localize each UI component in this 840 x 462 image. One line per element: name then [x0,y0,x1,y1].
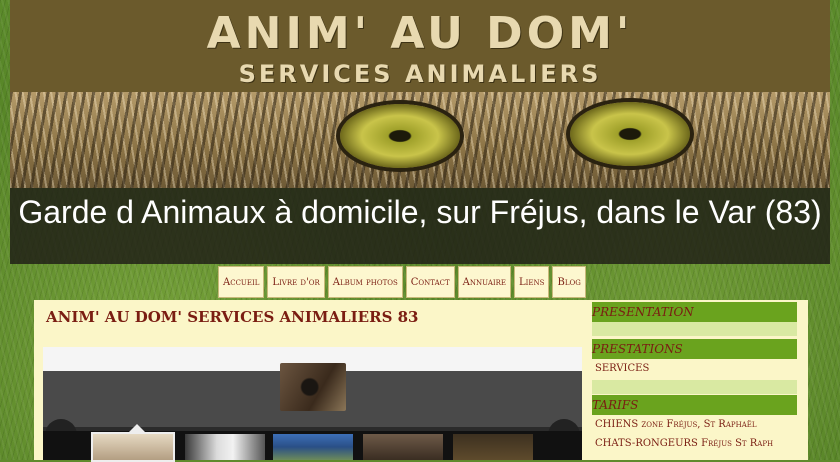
sidebar-heading-tarifs[interactable]: TARIFS [592,395,797,415]
gallery-main-photo[interactable] [280,363,346,411]
nav-livre-dor[interactable]: Livre d'or [267,266,325,298]
active-thumb-pointer [129,424,145,432]
gallery-thumbnail[interactable] [91,432,175,462]
nav-blog[interactable]: Blog [552,266,586,298]
gallery-thumbnail[interactable] [273,434,353,460]
cat-eyes-image [10,92,830,188]
sidebar-heading-prestations[interactable]: PRESTATIONS [592,339,797,359]
sidebar-item-services[interactable]: SERVICES [595,363,649,374]
gallery-thumbnails [43,431,582,462]
gallery-thumbnail[interactable] [363,434,443,460]
gallery-thumbnail[interactable] [185,434,265,460]
page-title: ANIM' AU DOM' SERVICES ANIMALIERS 83 [46,308,419,326]
sidebar-item-chiens[interactable]: CHIENS zone Fréjus, St Raphaël [595,419,757,430]
sidebar: PRESENTATION PRESTATIONS SERVICES TARIFS… [590,300,802,460]
nav-accueil[interactable]: Accueil [218,266,265,298]
page-tagline: Garde d Animaux à domicile, sur Fréjus, … [18,194,822,230]
main-nav: Accueil Livre d'or Album photos Contact … [218,266,586,298]
gallery-thumbnail[interactable] [453,434,533,460]
banner-subtitle: SERVICES ANIMALIERS [238,60,602,88]
banner-title: ANIM' AU DOM' [206,8,634,59]
sidebar-divider [592,322,797,336]
sidebar-item-chats[interactable]: CHATS-RONGEURS Fréjus St Raph [595,438,773,449]
main-content: ANIM' AU DOM' SERVICES ANIMALIERS 83 ◀◀ … [34,300,808,462]
nav-album-photos[interactable]: Album photos [327,266,403,298]
nav-annuaire[interactable]: Annuaire [457,266,512,298]
site-banner: ANIM' AU DOM' SERVICES ANIMALIERS [10,0,830,188]
cat-eye-right [570,102,690,166]
cat-eye-left [340,104,460,168]
photo-gallery: ◀◀ ▶▶ [43,347,582,462]
sidebar-heading-presentation[interactable]: PRESENTATION [592,302,797,322]
nav-contact[interactable]: Contact [405,266,455,298]
nav-liens[interactable]: Liens [514,266,550,298]
sidebar-divider [592,380,797,394]
